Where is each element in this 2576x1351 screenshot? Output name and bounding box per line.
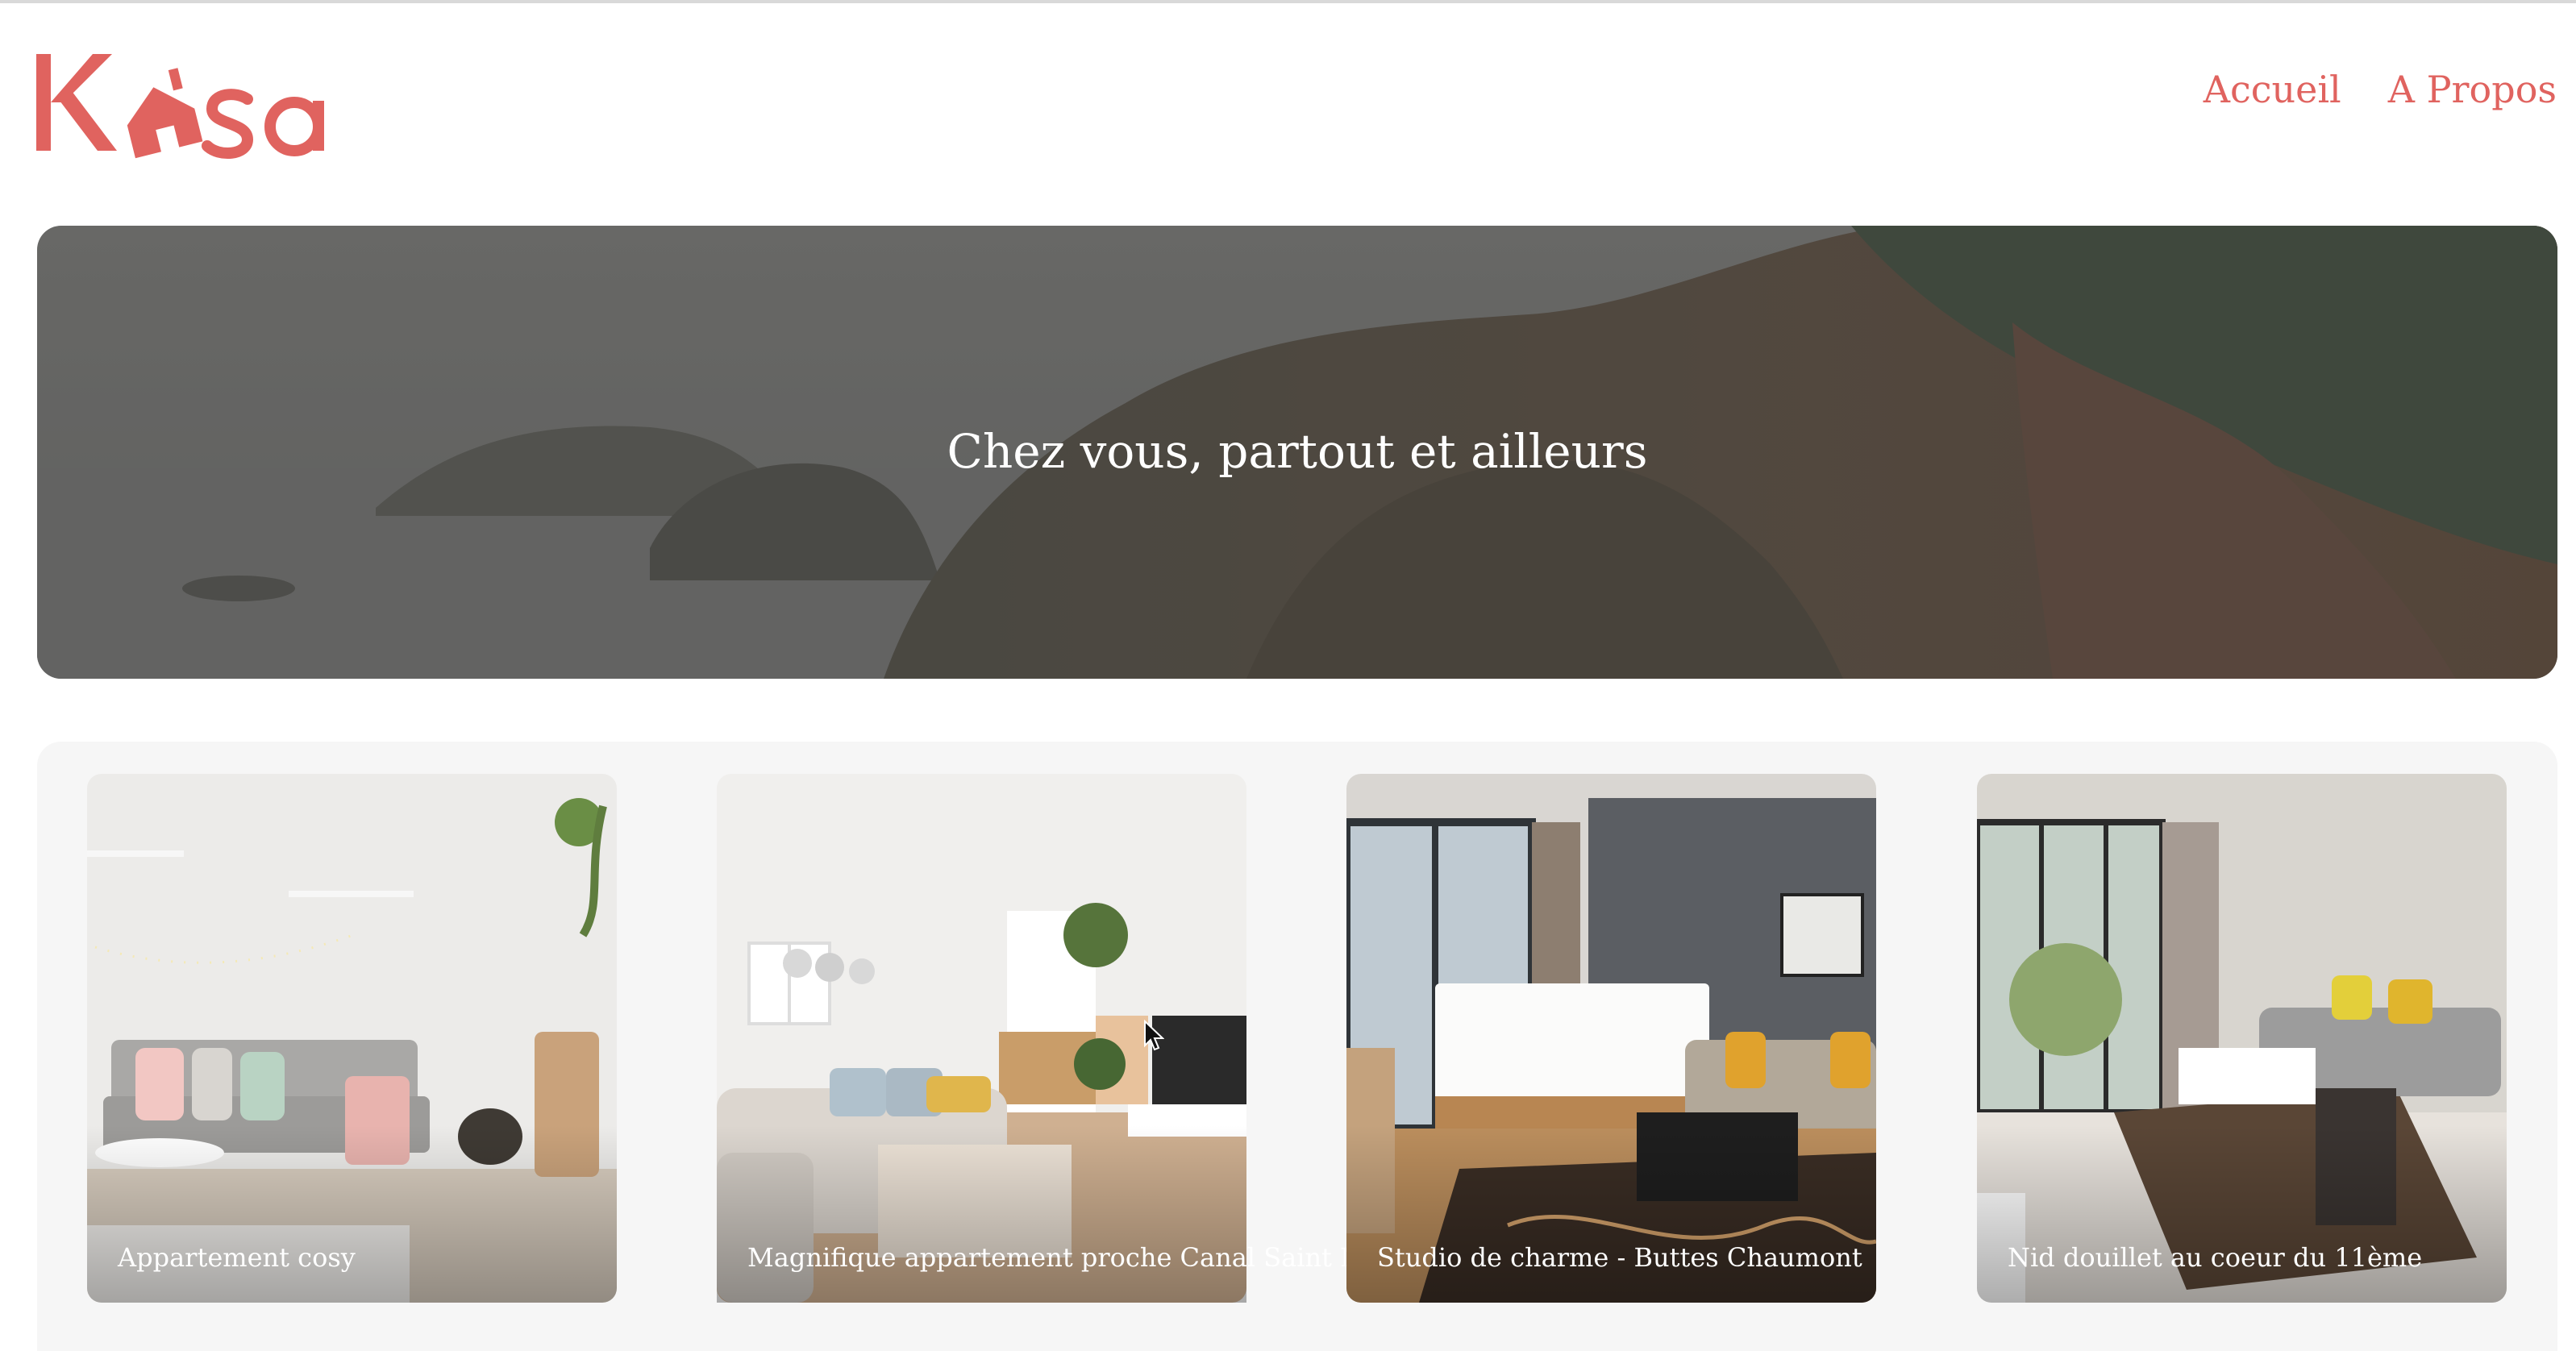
top-border bbox=[0, 0, 2576, 3]
main-nav: Accueil A Propos bbox=[2204, 71, 2557, 108]
listing-title: Magnifique appartement proche Canal Sain… bbox=[747, 1242, 1429, 1273]
card-shade bbox=[87, 1125, 617, 1303]
banner-title: Chez vous, partout et ailleurs bbox=[947, 424, 1648, 479]
listings-gallery: Appartement cosy Magnifique appartement … bbox=[37, 742, 2557, 1351]
logo-graphic bbox=[36, 54, 324, 159]
listing-card[interactable]: Appartement cosy bbox=[87, 774, 617, 1303]
listing-card[interactable]: Studio de charme - Buttes Chaumont bbox=[1346, 774, 1876, 1303]
mouse-cursor-icon bbox=[1144, 1020, 1164, 1051]
listing-card[interactable]: Magnifique appartement proche Canal Sain… bbox=[717, 774, 1429, 1303]
hero-banner: Chez vous, partout et ailleurs bbox=[37, 226, 2557, 679]
nav-a-propos[interactable]: A Propos bbox=[2388, 71, 2557, 108]
listing-card[interactable]: Nid douillet au coeur du 11ème bbox=[1977, 774, 2507, 1303]
listing-title: Nid douillet au coeur du 11ème bbox=[2008, 1242, 2423, 1273]
nav-accueil[interactable]: Accueil bbox=[2204, 71, 2341, 108]
listing-title: Studio de charme - Buttes Chaumont bbox=[1377, 1242, 1862, 1273]
card-shade bbox=[717, 1125, 1246, 1303]
card-shade bbox=[1977, 1125, 2507, 1303]
card-shade bbox=[1346, 1125, 1876, 1303]
kasa-logo[interactable] bbox=[36, 44, 375, 165]
listing-title: Appartement cosy bbox=[118, 1242, 356, 1273]
